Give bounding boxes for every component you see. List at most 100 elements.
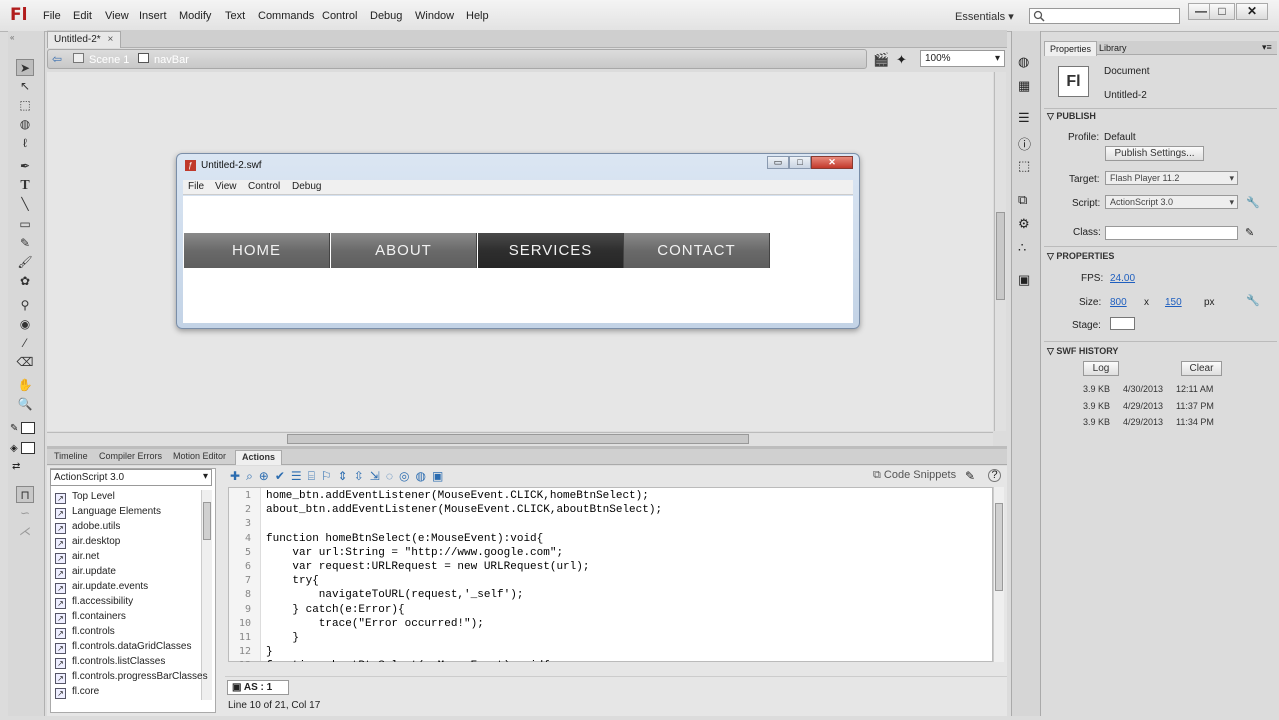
tab-actions[interactable]: Actions (235, 450, 283, 465)
stage-color-swatch[interactable] (1110, 317, 1135, 330)
symbol-label[interactable]: navBar (154, 54, 189, 66)
scroll-thumb[interactable] (287, 434, 749, 444)
object-drawing-icon[interactable]: ⊓ (16, 486, 34, 503)
stage-horizontal-scrollbar[interactable] (47, 432, 993, 446)
scroll-thumb[interactable] (203, 502, 211, 540)
wrench-icon[interactable]: 🔧 (1246, 294, 1260, 307)
code-line[interactable]: try{ (266, 575, 318, 587)
code-line[interactable]: trace("Error occurred!"); (266, 618, 484, 630)
brush-tool-icon[interactable]: 🖌 (16, 254, 34, 271)
code-line[interactable]: var url:String = "http://www.google.com"… (266, 547, 563, 559)
pen-tool-icon[interactable]: ✒ (16, 158, 34, 175)
actions-toolbar-icons[interactable]: ✚⌕⊕✔☰⌸⚐⇕⇳⇲◌◎◍▣ (230, 469, 449, 484)
free-transform-tool-icon[interactable]: ⬚ (16, 97, 34, 114)
scroll-thumb[interactable] (995, 503, 1003, 591)
close-button[interactable]: ✕ (1236, 3, 1268, 20)
nav-about-button[interactable]: ABOUT (331, 233, 477, 268)
code-line[interactable]: navigateToURL(request,'_self'); (266, 589, 524, 601)
menu-commands[interactable]: Commands (258, 10, 314, 22)
toolbox-scrollbar[interactable] (201, 490, 212, 700)
straighten-icon[interactable]: ⋌ (16, 523, 34, 540)
code-snippets-panel-icon[interactable]: ⧉ (1018, 192, 1027, 208)
tree-item[interactable]: ↗ fl.controls (55, 626, 115, 641)
menu-modify[interactable]: Modify (179, 10, 211, 22)
edit-class-icon[interactable]: ✎ (1245, 226, 1254, 239)
menu-debug[interactable]: Debug (370, 10, 402, 22)
edit-symbols-icon[interactable]: ✦ (896, 52, 907, 68)
collapse-between-icon[interactable]: ⇕ (338, 469, 354, 483)
deco-tool-icon[interactable]: ✿ (16, 273, 34, 290)
close-tab-icon[interactable]: × (107, 34, 113, 45)
lasso-tool-icon[interactable]: ℓ (16, 135, 34, 152)
class-input[interactable] (1105, 226, 1238, 240)
menu-window[interactable]: Window (415, 10, 454, 22)
swf-menu-debug[interactable]: Debug (292, 181, 321, 192)
properties-section-header[interactable]: ▽ PROPERTIES (1047, 251, 1114, 262)
uncomment-icon[interactable]: ◍ (415, 469, 431, 483)
swf-maximize-button[interactable]: □ (789, 156, 811, 169)
code-scrollbar[interactable] (993, 487, 1004, 662)
smooth-icon[interactable]: ∽ (16, 505, 34, 522)
rectangle-tool-icon[interactable]: ▭ (16, 216, 34, 233)
collapse-icon[interactable]: « (10, 33, 14, 42)
tab-compiler-errors[interactable]: Compiler Errors (93, 450, 168, 465)
scene-label[interactable]: Scene 1 (89, 54, 129, 66)
swf-minimize-button[interactable]: ▭ (767, 156, 789, 169)
code-line[interactable]: function aboutBtnSelect(e:MouseEvent):vo… (266, 660, 550, 662)
code-line[interactable]: } (266, 632, 299, 644)
check-syntax-icon[interactable]: ✔ (275, 469, 291, 483)
tree-item[interactable]: ↗ fl.controls.listClasses (55, 656, 165, 671)
height-value[interactable]: 150 (1165, 297, 1182, 308)
eyedropper-tool-icon[interactable]: ⁄ (16, 335, 34, 352)
menu-edit[interactable]: Edit (73, 10, 92, 22)
tree-item[interactable]: ↗ fl.core (55, 686, 99, 701)
motion-presets-icon[interactable]: ∴ (1018, 240, 1026, 256)
document-tab[interactable]: Untitled-2* × (47, 31, 121, 48)
script-select[interactable]: ActionScript 3.0 ▾ (1105, 195, 1238, 209)
subselection-tool-icon[interactable]: ↖ (16, 78, 34, 95)
add-item-icon[interactable]: ✚ (230, 469, 246, 483)
nav-contact-button[interactable]: CONTACT (624, 233, 770, 268)
stroke-color-swatch[interactable]: ✎ (10, 422, 40, 436)
comment-block-icon[interactable]: ◌ (386, 469, 399, 483)
fps-value[interactable]: 24.00 (1110, 273, 1135, 284)
swap-colors-icon[interactable]: ⇄ (12, 461, 20, 472)
code-hint-icon[interactable]: ⌸ (308, 469, 321, 483)
zoom-tool-icon[interactable]: 🔍 (16, 396, 34, 413)
back-arrow-icon[interactable]: ⇦ (52, 52, 62, 66)
code-line[interactable]: } catch(e:Error){ (266, 604, 404, 616)
nav-home-button[interactable]: HOME (184, 233, 330, 268)
help-search-input[interactable] (1029, 8, 1180, 24)
publish-settings-button[interactable]: Publish Settings... (1105, 146, 1204, 161)
tree-item[interactable]: ↗ adobe.utils (55, 521, 120, 536)
workspace-switcher[interactable]: Essentials ▾ (955, 10, 1014, 23)
pencil-tool-icon[interactable]: ✎ (16, 235, 34, 252)
code-line[interactable]: function homeBtnSelect(e:MouseEvent):voi… (266, 533, 543, 545)
panel-menu-icon[interactable]: ▾≡ (1262, 42, 1272, 53)
tree-item[interactable]: ↗ fl.accessibility (55, 596, 133, 611)
help-icon[interactable]: ? (988, 469, 1001, 482)
tree-item[interactable]: ↗ air.net (55, 551, 99, 566)
text-tool-icon[interactable]: T (16, 177, 34, 194)
collapse-selection-icon[interactable]: ⇳ (354, 469, 370, 483)
line-tool-icon[interactable]: ╲ (16, 196, 34, 213)
paint-bucket-tool-icon[interactable]: ◉ (16, 316, 34, 333)
code-line[interactable]: var request:URLRequest = new URLRequest(… (266, 561, 589, 573)
clear-button[interactable]: Clear (1181, 361, 1222, 376)
project-panel-icon[interactable]: ▣ (1018, 272, 1030, 288)
swatches-panel-icon[interactable]: ▦ (1018, 78, 1030, 94)
comment-line-icon[interactable]: ◎ (399, 469, 415, 483)
format-code-icon[interactable]: ☰ (291, 469, 308, 483)
find-icon[interactable]: ⌕ (246, 469, 259, 483)
tree-item[interactable]: ↗ air.update (55, 566, 116, 581)
swf-history-section-header[interactable]: ▽ SWF HISTORY (1047, 346, 1118, 357)
width-value[interactable]: 800 (1110, 297, 1127, 308)
target-icon[interactable]: ⊕ (259, 469, 275, 483)
bone-tool-icon[interactable]: ⚲ (16, 297, 34, 314)
menu-control[interactable]: Control (322, 10, 357, 22)
tab-timeline[interactable]: Timeline (48, 450, 94, 465)
swf-menu-control[interactable]: Control (248, 181, 280, 192)
actionscript-version-select[interactable]: ActionScript 3.0 ▾ (50, 469, 212, 486)
tree-item[interactable]: ↗ fl.containers (55, 611, 126, 626)
tree-item[interactable]: ↗ air.desktop (55, 536, 120, 551)
